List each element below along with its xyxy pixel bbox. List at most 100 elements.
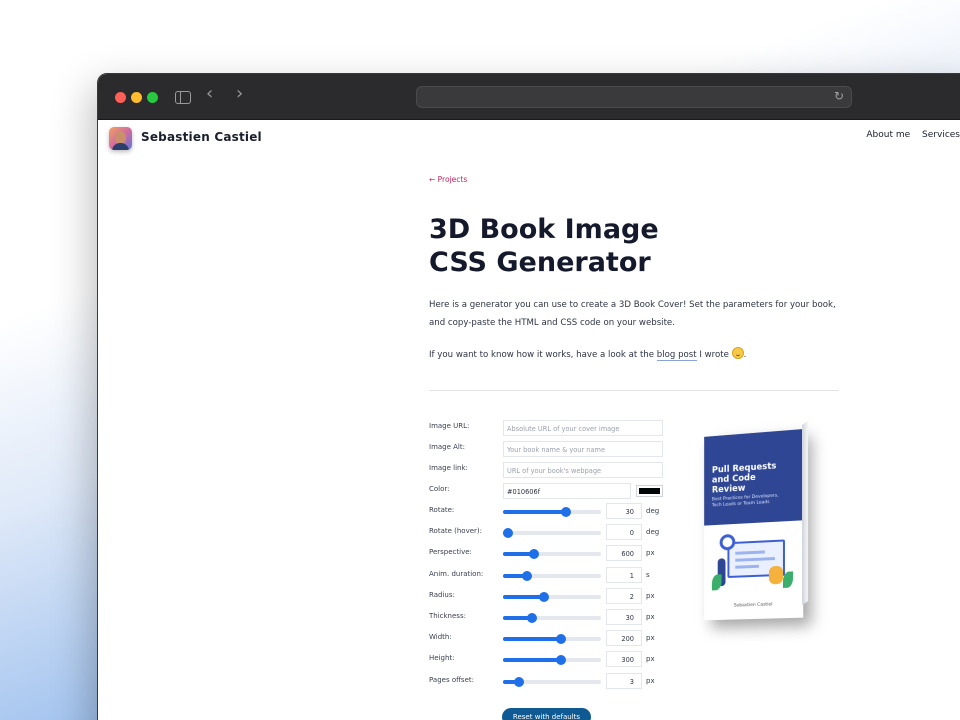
rotate-slider[interactable]: [503, 507, 601, 517]
nav-services[interactable]: Services: [922, 130, 960, 140]
thickness-slider-thumb[interactable]: [527, 613, 538, 623]
pages-offset-slider-thumb[interactable]: [513, 676, 524, 687]
zoom-window-button[interactable]: [147, 92, 158, 103]
thickness-unit: px: [646, 613, 655, 621]
radius-label: Radius:: [429, 590, 455, 599]
reload-icon[interactable]: ↻: [834, 89, 844, 103]
pages-offset-label: Pages offset:: [429, 675, 474, 684]
width-row: Width: 200 px: [429, 630, 669, 652]
book-cover: Pull Requests and Code Review Best Pract…: [704, 429, 804, 621]
intro2-text: If you want to know how it works, have a…: [429, 350, 657, 360]
rotate-row: Rotate: 30 deg: [429, 503, 669, 525]
width-label: Width:: [429, 633, 452, 642]
height-row: Height: 300 px: [429, 651, 669, 673]
cover-illustration: [711, 531, 794, 594]
radius-row: Radius: 2 px: [429, 587, 669, 610]
back-to-projects-link[interactable]: ← Projects: [429, 175, 467, 184]
rotate-hover-slider-thumb[interactable]: [502, 528, 513, 539]
rotate-value-input[interactable]: 30: [606, 503, 642, 519]
perspective-unit: px: [646, 549, 655, 558]
perspective-row: Perspective: 600 px: [429, 545, 669, 567]
browser-titlebar: ‹ › ↻: [98, 74, 960, 120]
perspective-slider-thumb[interactable]: [529, 549, 540, 560]
divider: [429, 390, 839, 391]
rotate-hover-row: Rotate (hover): 0 deg: [429, 524, 669, 546]
color-label: Color:: [429, 485, 450, 493]
height-value-input[interactable]: 300: [606, 651, 642, 668]
height-slider-thumb[interactable]: [555, 655, 566, 666]
thickness-slider[interactable]: [503, 613, 601, 623]
perspective-value-input[interactable]: 600: [606, 545, 642, 562]
site-header: Sebastien Castiel About me Services: [98, 120, 960, 156]
width-value-input[interactable]: 200: [606, 630, 642, 647]
anim-duration-label: Anim. duration:: [429, 569, 484, 578]
title-line-1: 3D Book Image: [429, 214, 659, 245]
browser-window: ‹ › ↻ Sebastien Castiel About me Service…: [97, 73, 960, 720]
page-title: 3D Book Image CSS Generator: [429, 213, 729, 279]
anim-duration-slider-thumb[interactable]: [521, 570, 532, 581]
avatar[interactable]: [109, 127, 132, 150]
rotate-slider-thumb[interactable]: [560, 507, 571, 517]
image-link-input[interactable]: URL of your book's webpage: [503, 462, 663, 478]
web-page: Sebastien Castiel About me Services ← Pr…: [98, 120, 960, 720]
how-it-works-paragraph: If you want to know how it works, have a…: [429, 346, 841, 364]
anim-duration-row: Anim. duration: 1 s: [429, 566, 669, 589]
perspective-label: Perspective:: [429, 548, 472, 557]
rotate-hover-slider[interactable]: [502, 528, 601, 539]
radius-value-input[interactable]: 2: [606, 587, 642, 604]
perspective-slider[interactable]: [503, 549, 601, 560]
color-picker[interactable]: [636, 485, 663, 497]
image-alt-label: Image Alt:: [429, 443, 465, 451]
width-slider-thumb[interactable]: [555, 634, 566, 645]
anim-duration-unit: s: [646, 570, 650, 579]
color-input[interactable]: #010606f: [503, 483, 631, 499]
color-row: Color: #010606f: [429, 483, 669, 504]
height-unit: px: [646, 655, 655, 664]
nav-about-me[interactable]: About me: [866, 130, 910, 140]
thickness-row: Thickness: 30 px: [429, 609, 669, 631]
top-nav: About me Services: [857, 130, 960, 140]
pages-offset-row: Pages offset: 3 px: [429, 672, 669, 695]
smile-emoji-icon: [731, 347, 744, 359]
pages-offset-slider[interactable]: [503, 676, 601, 687]
blog-post-link[interactable]: blog post: [656, 350, 697, 361]
reset-defaults-button[interactable]: Reset with defaults: [502, 708, 591, 720]
image-alt-row: Image Alt: Your book name & your name: [429, 441, 669, 462]
close-window-button[interactable]: [115, 92, 126, 103]
image-alt-input[interactable]: Your book name & your name: [503, 441, 663, 457]
forward-arrow-icon[interactable]: ›: [236, 85, 243, 103]
anim-duration-value-input[interactable]: 1: [606, 566, 642, 583]
width-slider[interactable]: [503, 634, 601, 645]
book-author: Sebastien Castiel: [733, 602, 773, 609]
rotate-label: Rotate:: [429, 506, 455, 514]
rotate-hover-unit: deg: [646, 528, 660, 537]
minimize-window-button[interactable]: [131, 92, 142, 103]
thickness-label: Thickness:: [429, 612, 466, 620]
book-pages-edge: [802, 421, 808, 605]
book-title: Pull Requests and Code Review: [711, 461, 777, 496]
intro-paragraph: Here is a generator you can use to creat…: [429, 300, 836, 328]
rotate-unit: deg: [646, 507, 660, 515]
pages-offset-unit: px: [646, 676, 655, 685]
book-preview: Pull Requests and Code Review Best Pract…: [698, 421, 818, 621]
back-arrow-icon[interactable]: ‹: [206, 85, 213, 103]
image-url-row: Image URL: Absolute URL of your cover im…: [429, 420, 669, 441]
image-link-row: Image link: URL of your book's webpage: [429, 462, 669, 483]
image-url-label: Image URL:: [429, 422, 470, 430]
site-name[interactable]: Sebastien Castiel: [141, 130, 262, 144]
pages-offset-value-input[interactable]: 3: [606, 672, 642, 689]
rotate-hover-value-input[interactable]: 0: [606, 524, 642, 541]
height-label: Height:: [429, 654, 455, 663]
radius-slider[interactable]: [503, 591, 601, 602]
width-unit: px: [646, 634, 655, 643]
radius-slider-thumb[interactable]: [539, 591, 550, 602]
sidebar-toggle-icon[interactable]: [175, 91, 191, 104]
image-url-input[interactable]: Absolute URL of your cover image: [503, 420, 663, 436]
address-bar[interactable]: ↻: [416, 86, 852, 108]
title-line-2: CSS Generator: [429, 247, 651, 278]
radius-unit: px: [646, 591, 655, 600]
rotate-hover-label: Rotate (hover):: [429, 527, 483, 536]
height-slider[interactable]: [503, 655, 601, 666]
anim-duration-slider[interactable]: [503, 570, 601, 581]
thickness-value-input[interactable]: 30: [606, 609, 642, 625]
